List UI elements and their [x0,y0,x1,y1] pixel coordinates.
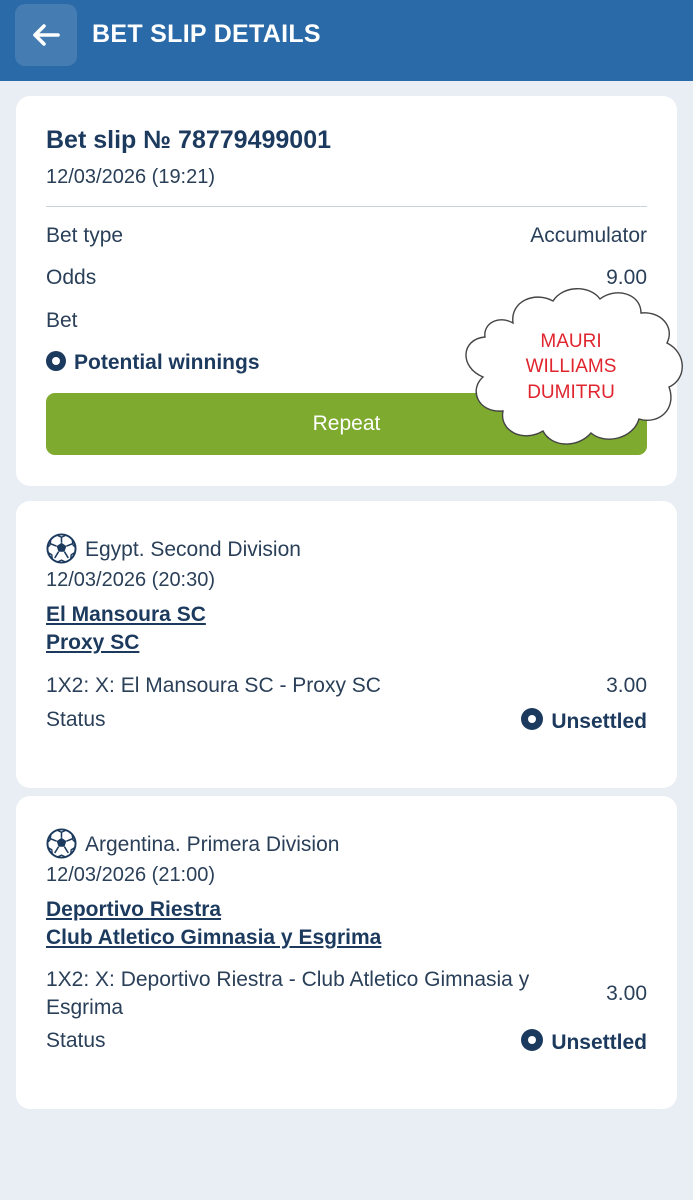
selection-odds: 3.00 [606,674,647,697]
market-selection: 1X2: X: El Mansoura SC - Proxy SC [46,674,381,697]
league-name: Egypt. Second Division [85,538,301,561]
team-home-link[interactable]: Deportivo Riestra [46,898,221,922]
team-home-link[interactable]: El Mansoura SC [46,603,206,627]
event-date: 12/03/2026 (21:00) [46,864,216,886]
status-badge: Unsettled [521,708,647,734]
divider [46,206,647,207]
bet-type-value: Accumulator [530,224,647,247]
event-card: Argentina. Primera Division 12/03/2026 (… [16,796,677,1109]
football-icon [46,828,77,859]
event-date: 12/03/2026 (20:30) [46,569,216,591]
status-badge: Unsettled [521,1029,647,1055]
stamp-line-1: MAURI [540,331,602,352]
league-row: Egypt. Second Division [46,533,301,564]
bet-type-label: Bet type [46,224,124,247]
potential-winnings-label: Potential winnings [74,351,260,374]
potential-winnings-row: Potential winnings [46,351,260,375]
league-name: Argentina. Primera Division [85,833,340,856]
stamp-line-2: WILLIAMS [525,356,617,377]
radio-dot-icon [46,351,66,371]
league-row: Argentina. Primera Division [46,828,339,859]
status-dot-icon [521,708,544,730]
event-card: Egypt. Second Division 12/03/2026 (20:30… [16,501,677,788]
bet-label: Bet [46,309,78,332]
status-value: Unsettled [551,1031,647,1054]
odds-label: Odds [46,266,97,289]
page-title: BET SLIP DETAILS [92,20,321,48]
stamp-line-3: DUMITRU [527,382,615,403]
status-value: Unsettled [551,710,647,733]
status-dot-icon [521,1029,544,1051]
team-away-link[interactable]: Proxy SC [46,631,139,655]
app-header: BET SLIP DETAILS [0,0,693,81]
status-label: Status [46,708,106,731]
status-label: Status [46,1029,106,1052]
team-away-link[interactable]: Club Atletico Gimnasia y Esgrima [46,926,381,950]
name-stamp: MAURI WILLIAMS DUMITRU [455,283,687,448]
back-button[interactable] [15,4,77,66]
arrow-left-icon [33,24,60,46]
selection-odds: 3.00 [606,982,647,1005]
bet-slip-number: Bet slip № 78779499001 [46,126,331,154]
market-selection: 1X2: X: Deportivo Riestra - Club Atletic… [46,968,530,1019]
football-icon [46,533,77,564]
bet-slip-date: 12/03/2026 (19:21) [46,166,216,188]
